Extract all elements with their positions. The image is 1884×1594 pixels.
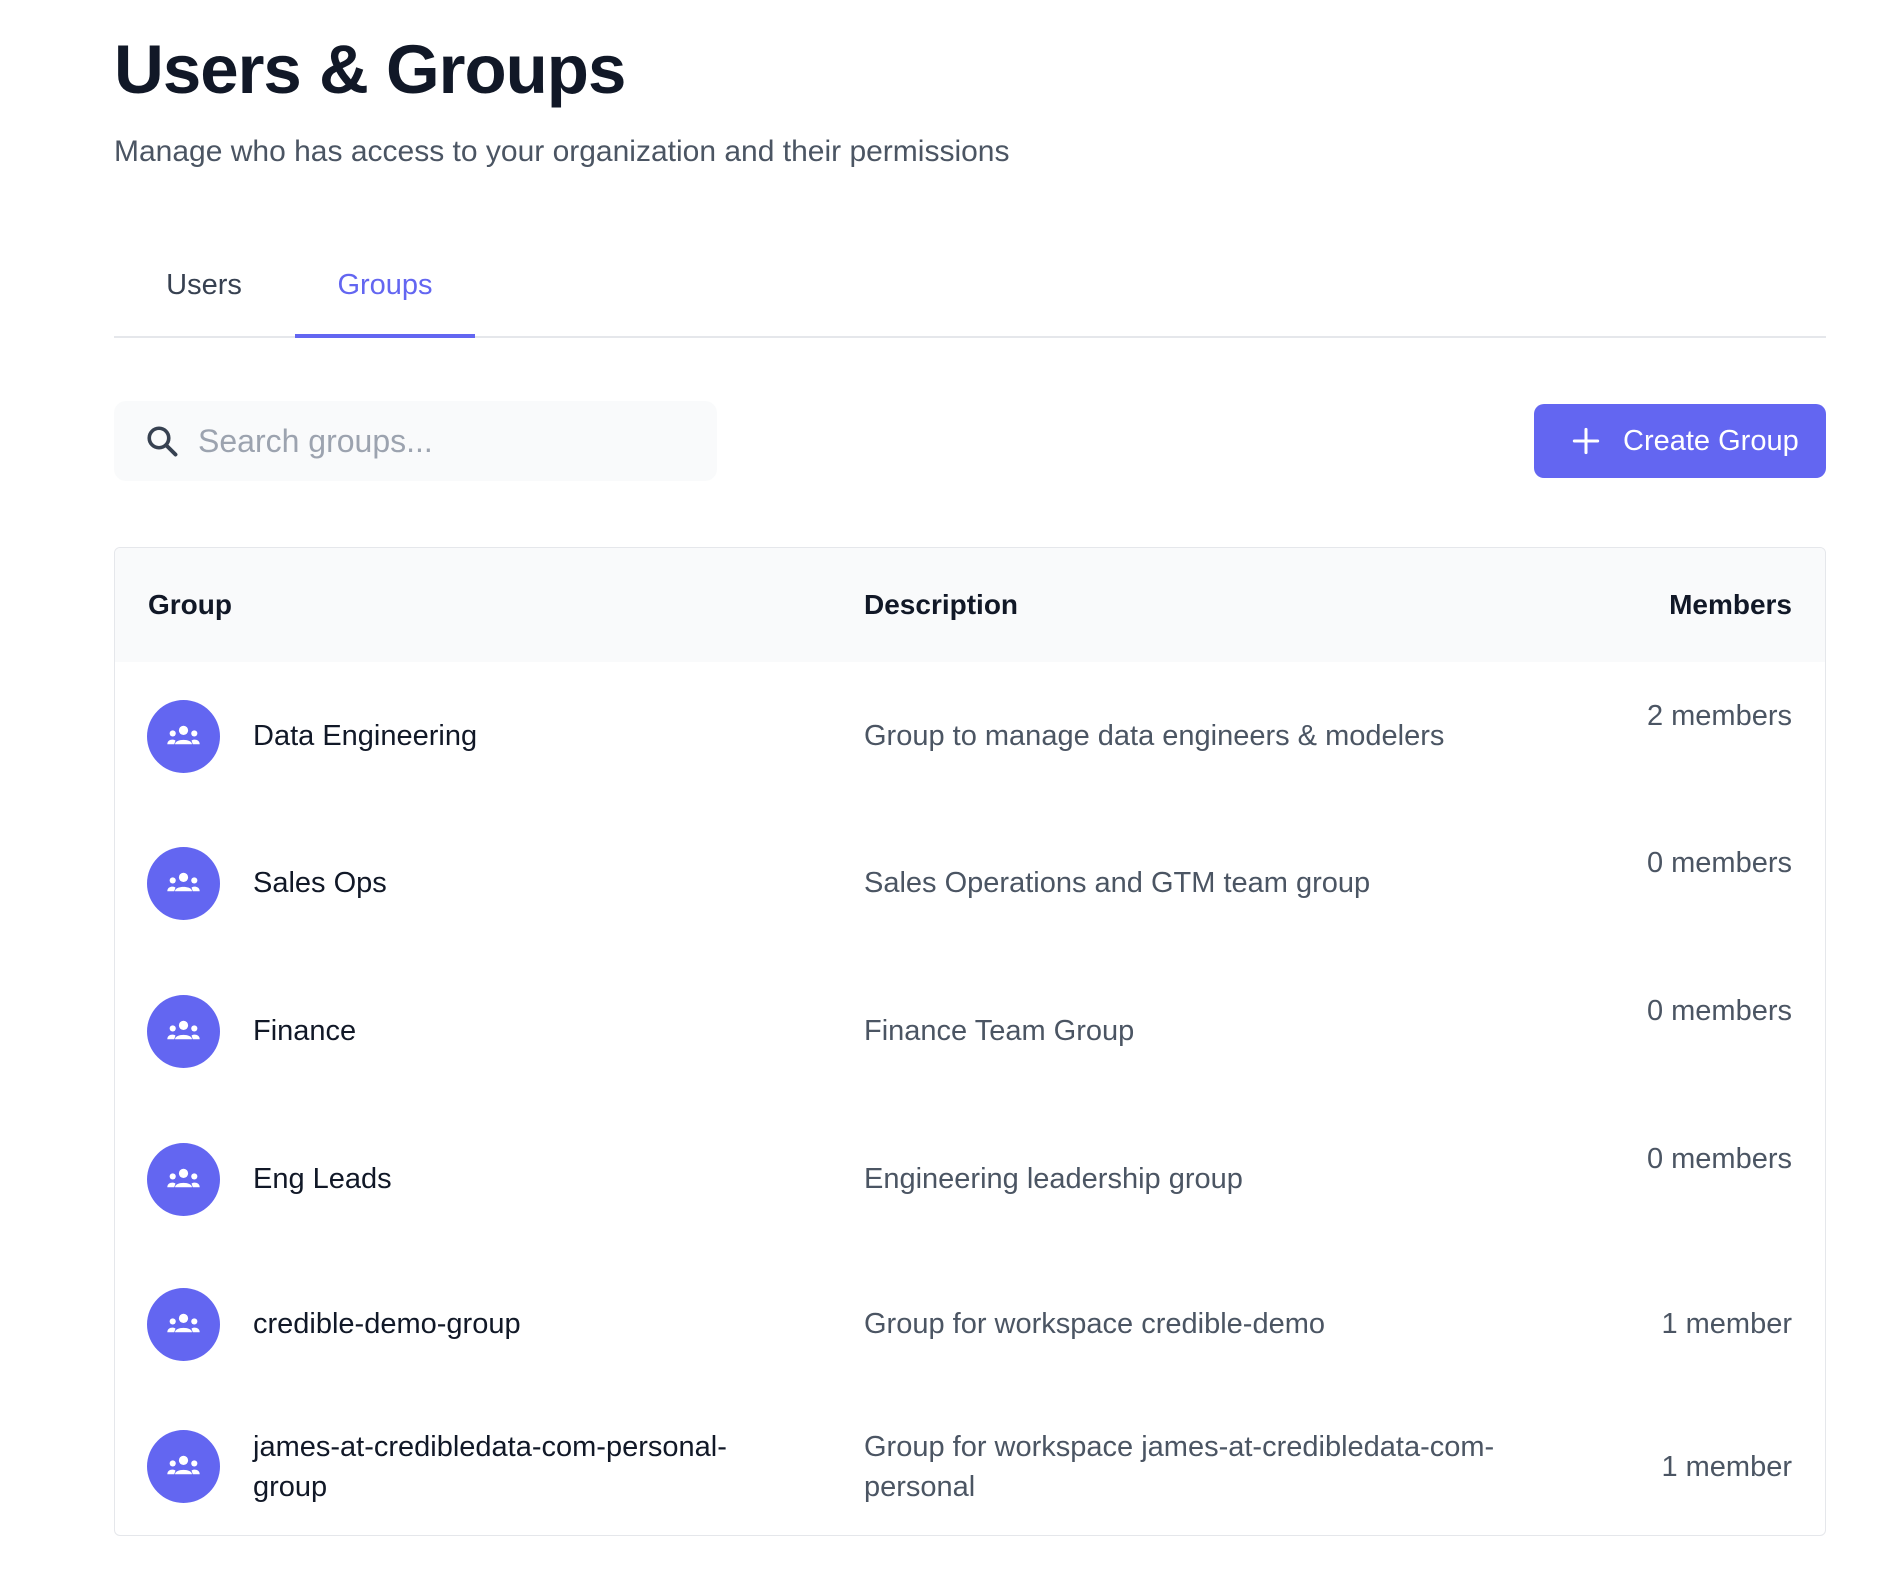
users-groups-page: Users & Groups Manage who has access to … bbox=[0, 0, 1884, 1594]
table-header: Group Description Members bbox=[115, 548, 1825, 662]
group-member-count: 0 members bbox=[1646, 847, 1792, 879]
group-icon bbox=[167, 725, 200, 745]
table-row[interactable]: Finance Finance Team Group 0 members bbox=[115, 958, 1825, 1106]
search-icon bbox=[147, 426, 178, 457]
group-name: Sales Ops bbox=[253, 867, 387, 899]
group-member-count: 0 members bbox=[1646, 1143, 1792, 1175]
group-description: Engineering leadership group bbox=[864, 1163, 1243, 1195]
column-header-description[interactable]: Description bbox=[864, 548, 1018, 662]
group-name: Eng Leads bbox=[253, 1163, 392, 1195]
group-member-count: 1 member bbox=[1661, 1308, 1792, 1340]
group-description: Sales Operations and GTM team group bbox=[864, 867, 1371, 899]
column-header-members[interactable]: Members bbox=[1669, 548, 1792, 662]
group-avatar bbox=[147, 700, 220, 773]
tab-groups[interactable]: Groups bbox=[295, 250, 475, 338]
group-avatar bbox=[147, 1288, 220, 1361]
group-member-count: 0 members bbox=[1646, 995, 1792, 1027]
group-avatar bbox=[147, 847, 220, 920]
group-member-count: 2 members bbox=[1646, 700, 1792, 732]
group-avatar bbox=[147, 1430, 220, 1503]
table-row[interactable]: credible-demo-group Group for workspace … bbox=[115, 1254, 1825, 1388]
groups-table: Group Description Members Data Engineeri… bbox=[114, 547, 1826, 1536]
column-header-group[interactable]: Group bbox=[148, 548, 232, 662]
group-icon bbox=[167, 1168, 200, 1188]
group-name: Finance bbox=[253, 1015, 357, 1047]
create-group-button[interactable]: Create Group bbox=[1534, 404, 1826, 478]
group-description: Group to manage data engineers & modeler… bbox=[864, 720, 1445, 752]
tab-bar: Users Groups bbox=[114, 250, 1826, 338]
group-name: credible-demo-group bbox=[253, 1308, 521, 1340]
group-avatar bbox=[147, 995, 220, 1068]
plus-icon bbox=[1572, 427, 1600, 455]
group-icon bbox=[167, 1313, 200, 1333]
group-name: Data Engineering bbox=[253, 720, 478, 752]
page-subtitle: Manage who has access to your organizati… bbox=[114, 135, 1010, 168]
group-description: Group for workspace credible-demo bbox=[864, 1308, 1325, 1340]
table-row[interactable]: Eng Leads Engineering leadership group 0… bbox=[115, 1106, 1825, 1254]
page-title: Users & Groups bbox=[114, 31, 626, 108]
table-row[interactable]: Data Engineering Group to manage data en… bbox=[115, 662, 1825, 810]
group-description: Finance Team Group bbox=[864, 1015, 1135, 1047]
group-avatar bbox=[147, 1143, 220, 1216]
group-member-count: 1 member bbox=[1661, 1451, 1792, 1483]
table-row[interactable]: Sales Ops Sales Operations and GTM team … bbox=[115, 810, 1825, 958]
tab-users[interactable]: Users bbox=[114, 250, 294, 336]
search-box[interactable] bbox=[114, 401, 717, 481]
search-input[interactable] bbox=[198, 401, 698, 481]
group-name: james-at-credibledata-com-personal-group bbox=[253, 1431, 727, 1503]
group-description: Group for workspace james-at-credibledat… bbox=[864, 1431, 1495, 1503]
table-row[interactable]: james-at-credibledata-com-personal-group… bbox=[115, 1388, 1825, 1535]
group-icon bbox=[167, 1020, 200, 1040]
group-icon bbox=[167, 1455, 200, 1475]
group-icon bbox=[167, 872, 200, 892]
create-group-label: Create Group bbox=[1623, 425, 1799, 457]
